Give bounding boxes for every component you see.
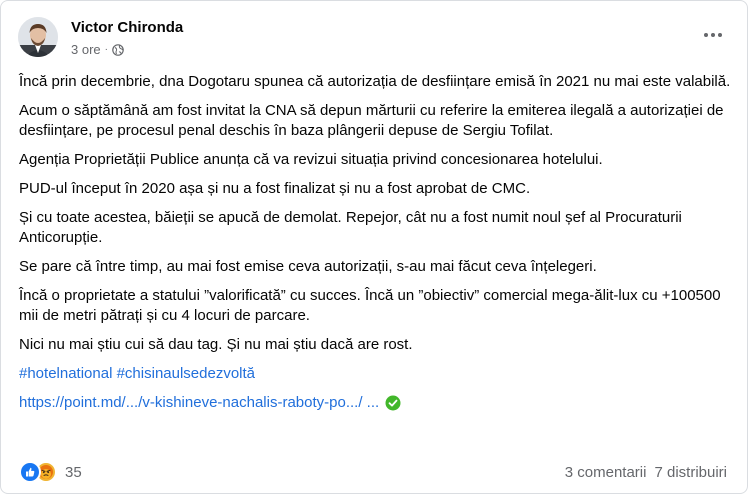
- post-body: Încă prin decembrie, dna Dogotaru spunea…: [19, 72, 731, 413]
- reactions-summary[interactable]: 35: [19, 461, 82, 483]
- like-icon: [19, 461, 41, 483]
- post-paragraph: Agenția Proprietății Publice anunța că v…: [19, 151, 603, 168]
- avatar[interactable]: [18, 17, 58, 57]
- post-paragraph: PUD-ul început în 2020 așa și nu a fost …: [19, 180, 531, 197]
- menu-dot: [704, 33, 708, 37]
- reaction-count: 35: [65, 463, 82, 481]
- separator-dot: ·: [104, 44, 108, 55]
- engagement-stats: 3 comentarii 7 distribuiri: [565, 464, 727, 481]
- post-paragraph: Se pare că între timp, au mai fost emise…: [19, 258, 597, 275]
- hashtags: #hotelnational #chisinaulsedezvoltă: [19, 364, 731, 384]
- profile-photo: [18, 17, 58, 57]
- post-paragraph: Încă o proprietate a statului ”valorific…: [19, 287, 721, 324]
- external-link[interactable]: https://point.md/.../v-kishineve-nachali…: [19, 393, 379, 413]
- menu-dot: [718, 33, 722, 37]
- timestamp[interactable]: 3 ore: [71, 42, 101, 57]
- verified-check-icon: [385, 395, 401, 411]
- post-card: Victor Chironda 3 ore · Încă prin decemb…: [0, 0, 748, 494]
- menu-dot: [711, 33, 715, 37]
- comments-count[interactable]: 3 comentarii: [565, 464, 647, 481]
- post-paragraph: Încă prin decembrie, dna Dogotaru spunea…: [19, 73, 731, 90]
- post-footer: 35 3 comentarii 7 distribuiri: [19, 461, 727, 483]
- more-options-icon[interactable]: [701, 27, 725, 43]
- shares-count[interactable]: 7 distribuiri: [654, 464, 727, 481]
- hashtag-link[interactable]: #hotelnational: [19, 365, 112, 382]
- post-paragraph: Nici nu mai știu cui să dau tag. Și nu m…: [19, 336, 413, 353]
- post-meta: 3 ore ·: [71, 42, 124, 57]
- globe-icon[interactable]: [112, 43, 124, 56]
- hashtag-link[interactable]: #chisinaulsedezvoltă: [117, 365, 255, 382]
- external-link-row: https://point.md/.../v-kishineve-nachali…: [19, 393, 731, 413]
- post-paragraph: Acum o săptămână am fost invitat la CNA …: [19, 102, 724, 139]
- post-paragraph: Și cu toate acestea, băieții se apucă de…: [19, 209, 682, 246]
- author-name[interactable]: Victor Chironda: [71, 19, 183, 36]
